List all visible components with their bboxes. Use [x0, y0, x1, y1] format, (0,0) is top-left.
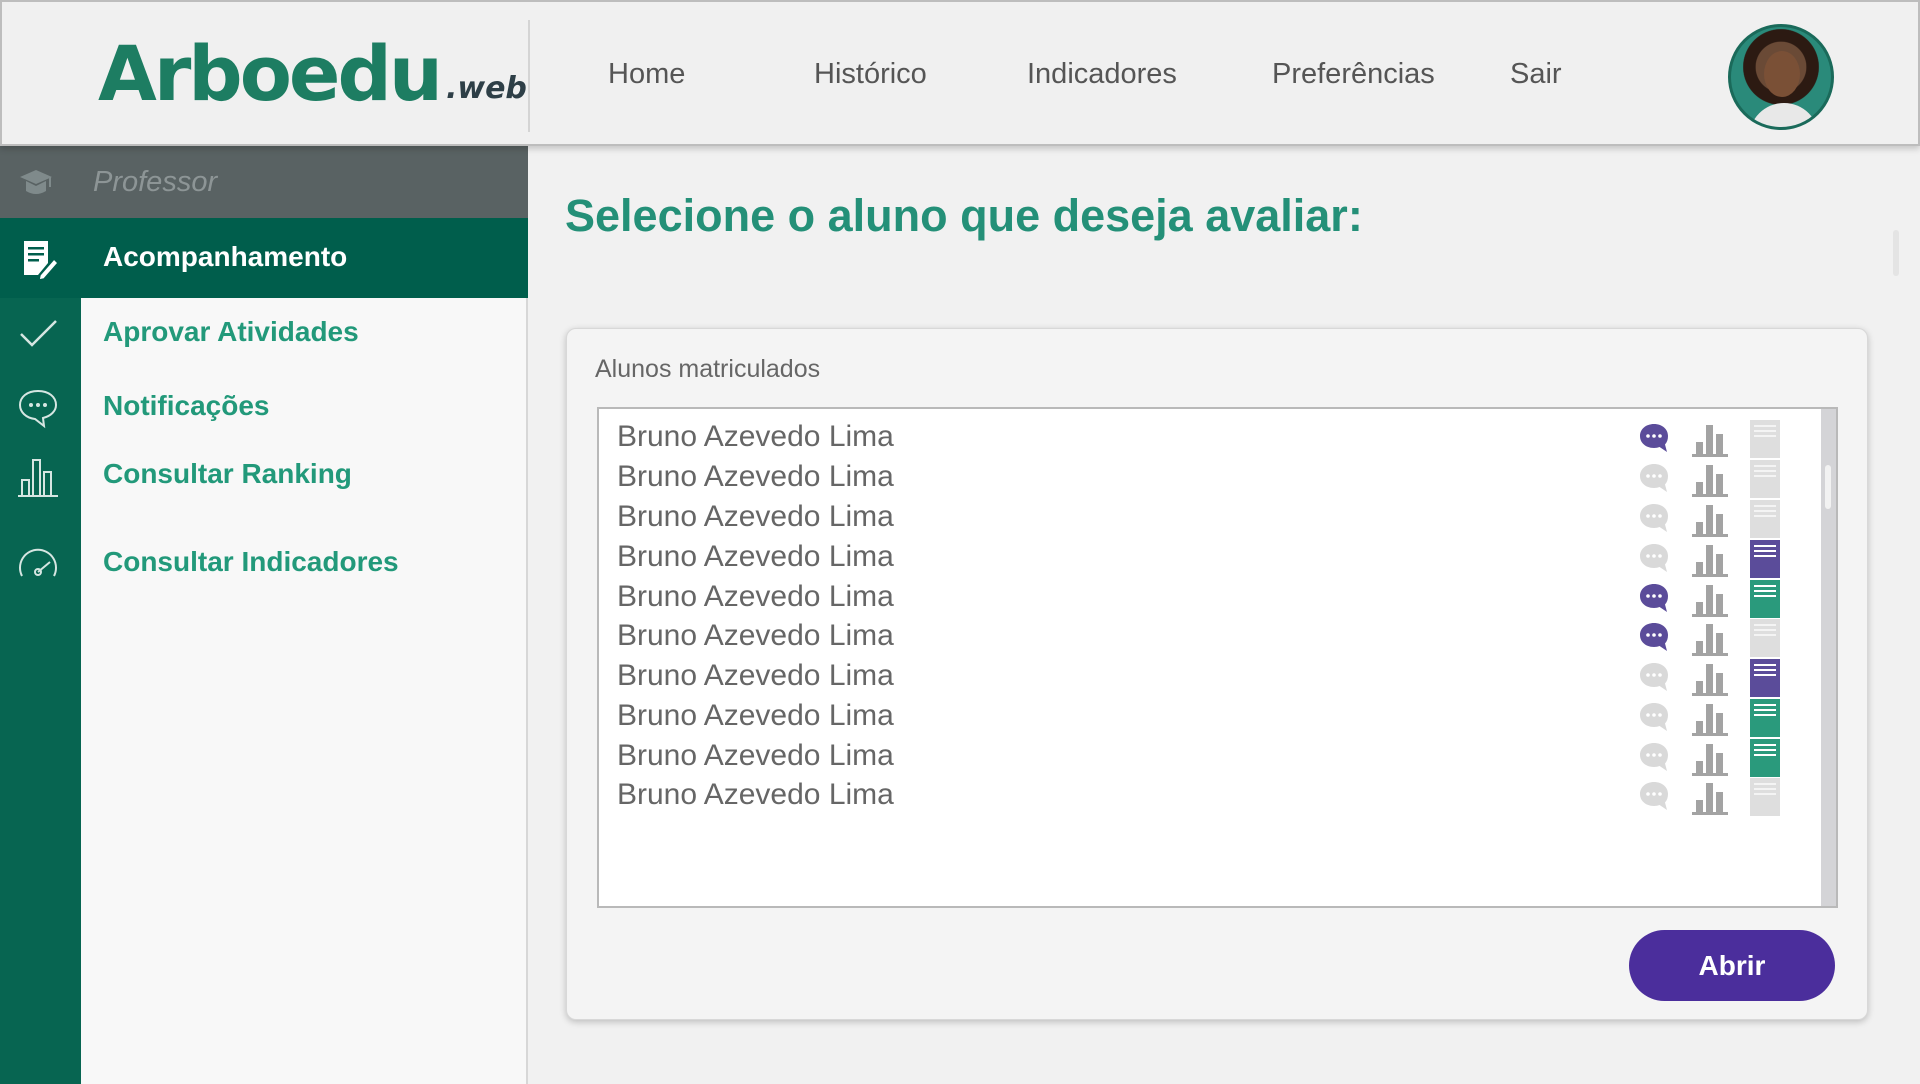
- sidebar-item-label: Consultar Ranking: [103, 458, 352, 489]
- nav-preferencias[interactable]: Preferências: [1272, 58, 1435, 91]
- header-divider: [528, 20, 530, 132]
- students-card: Alunos matriculados Bruno Azevedo Lima Br…: [566, 328, 1868, 1020]
- student-name: Bruno Azevedo Lima: [617, 580, 894, 613]
- message-icon[interactable]: [1635, 459, 1675, 499]
- scrollbar-thumb[interactable]: [1825, 465, 1831, 509]
- message-icon[interactable]: [1635, 777, 1675, 817]
- sidebar-item-consultar-ranking[interactable]: Consultar Ranking: [0, 440, 528, 510]
- nav-indicadores[interactable]: Indicadores: [1027, 58, 1177, 91]
- sidebar-item-label: Notificações: [103, 390, 270, 421]
- sidebar-item-aprovar-atividades[interactable]: Aprovar Atividades: [0, 298, 528, 368]
- report-icon[interactable]: [1745, 459, 1785, 499]
- chart-icon[interactable]: [1689, 777, 1729, 817]
- gauge-icon: [19, 548, 57, 577]
- student-name: Bruno Azevedo Lima: [617, 739, 894, 772]
- checkmark-icon: [20, 320, 57, 347]
- graduation-cap-icon: [20, 170, 52, 194]
- report-icon[interactable]: [1745, 419, 1785, 459]
- student-name: Bruno Azevedo Lima: [617, 778, 894, 811]
- student-name: Bruno Azevedo Lima: [617, 659, 894, 692]
- report-icon[interactable]: [1745, 618, 1785, 658]
- logo-suffix-text: .web: [445, 71, 527, 106]
- app-logo[interactable]: Arboedu .web: [98, 32, 527, 112]
- student-name: Bruno Azevedo Lima: [617, 420, 894, 453]
- sidebar-item-acompanhamento[interactable]: Acompanhamento: [0, 223, 528, 293]
- avatar-shirt: [1749, 103, 1819, 127]
- report-icon[interactable]: [1745, 777, 1785, 817]
- student-name: Bruno Azevedo Lima: [617, 619, 894, 652]
- top-header: Arboedu .web Home Histórico Indicadores …: [0, 0, 1920, 146]
- report-icon[interactable]: [1745, 579, 1785, 619]
- chart-icon[interactable]: [1689, 618, 1729, 658]
- sidebar-item-label: Consultar Indicadores: [103, 546, 399, 577]
- sidebar-item-notificacoes[interactable]: Notificações: [0, 372, 528, 442]
- user-avatar[interactable]: [1728, 24, 1834, 130]
- list-label: Alunos matriculados: [595, 355, 821, 383]
- message-icon[interactable]: [1635, 698, 1675, 738]
- student-name: Bruno Azevedo Lima: [617, 699, 894, 732]
- chat-bubble-icon: [18, 389, 58, 429]
- role-bar: Professor: [0, 146, 528, 218]
- sidebar-item-label: Aprovar Atividades: [103, 316, 359, 347]
- chart-icon[interactable]: [1689, 539, 1729, 579]
- logo-main-text: Arboedu: [98, 29, 443, 118]
- nav-historico[interactable]: Histórico: [814, 58, 927, 91]
- chart-icon[interactable]: [1689, 698, 1729, 738]
- edge-tab: [1893, 230, 1899, 276]
- message-icon[interactable]: [1635, 579, 1675, 619]
- chart-icon[interactable]: [1689, 459, 1729, 499]
- page-title: Selecione o aluno que deseja avaliar:: [565, 190, 1363, 241]
- report-icon[interactable]: [1745, 698, 1785, 738]
- role-label: Professor: [93, 166, 218, 198]
- message-icon[interactable]: [1635, 419, 1675, 459]
- student-row[interactable]: Bruno Azevedo Lima: [599, 415, 1821, 464]
- sidebar: Professor Acompanhamento Aprovar Ativida…: [0, 146, 528, 1084]
- chart-icon[interactable]: [1689, 499, 1729, 539]
- sidebar-item-label: Acompanhamento: [103, 241, 348, 272]
- student-name: Bruno Azevedo Lima: [617, 500, 894, 533]
- report-icon[interactable]: [1745, 738, 1785, 778]
- chart-icon[interactable]: [1689, 419, 1729, 459]
- nav-sair[interactable]: Sair: [1510, 58, 1562, 91]
- report-icon[interactable]: [1745, 499, 1785, 539]
- edit-document-icon: [24, 241, 60, 281]
- bar-chart-icon: [18, 459, 58, 497]
- message-icon[interactable]: [1635, 618, 1675, 658]
- report-icon[interactable]: [1745, 658, 1785, 698]
- student-name: Bruno Azevedo Lima: [617, 540, 894, 573]
- list-scrollbar[interactable]: [1821, 409, 1836, 906]
- report-icon[interactable]: [1745, 539, 1785, 579]
- avatar-face: [1764, 51, 1800, 97]
- nav-home[interactable]: Home: [608, 58, 685, 91]
- open-button[interactable]: Abrir: [1629, 930, 1835, 1001]
- message-icon[interactable]: [1635, 658, 1675, 698]
- sidebar-item-consultar-indicadores[interactable]: Consultar Indicadores: [0, 528, 528, 598]
- chart-icon[interactable]: [1689, 579, 1729, 619]
- chart-icon[interactable]: [1689, 658, 1729, 698]
- message-icon[interactable]: [1635, 738, 1675, 778]
- message-icon[interactable]: [1635, 539, 1675, 579]
- chart-icon[interactable]: [1689, 738, 1729, 778]
- student-name: Bruno Azevedo Lima: [617, 460, 894, 493]
- message-icon[interactable]: [1635, 499, 1675, 539]
- students-list[interactable]: Bruno Azevedo Lima Bruno Azevedo Lima Brun…: [597, 407, 1838, 908]
